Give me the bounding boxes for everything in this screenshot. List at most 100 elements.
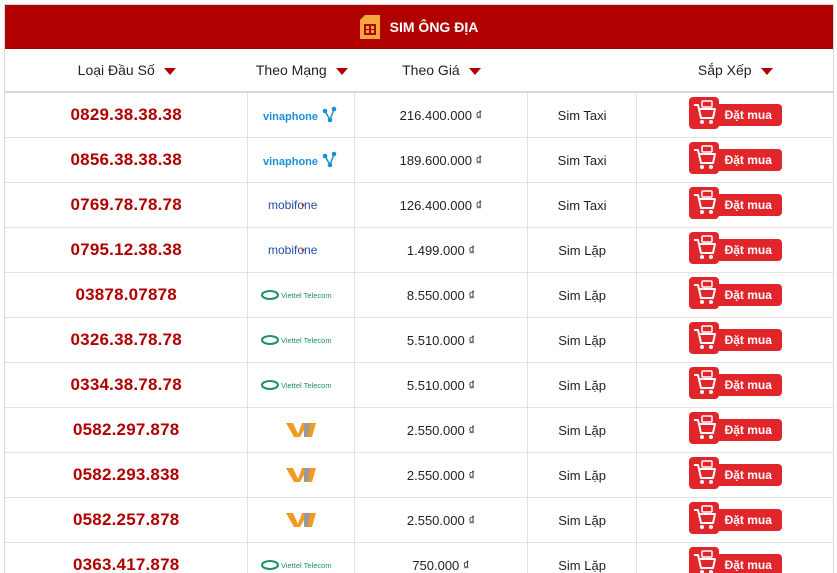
vietnamobile-logo-icon	[261, 506, 341, 534]
type-cell: Sim Lặp	[528, 543, 638, 573]
buy-button-label: Đặt mua	[710, 509, 782, 531]
mobifone-logo-icon: mobifone	[261, 191, 341, 219]
network-cell: Viettel Telecom	[248, 273, 356, 317]
price-cell: 2.550.000 ₫	[355, 408, 528, 452]
number-cell: 0795.12.38.38	[5, 228, 249, 272]
cart-icon	[688, 186, 719, 224]
buy-button[interactable]: Đặt mua	[688, 141, 782, 176]
buy-button[interactable]: Đặt mua	[688, 366, 782, 404]
action-cell: Đặt mua	[637, 228, 833, 272]
viettel-logo-text: Viettel Telecom	[281, 561, 332, 570]
sim-number-link[interactable]: 0856.38.38.38	[71, 150, 182, 170]
filter-prefix[interactable]: Loại Đầu Số	[5, 49, 248, 91]
price-cell: 750.000 ₫	[355, 543, 528, 573]
buy-button-label: Đặt mua	[710, 239, 782, 261]
type-cell: Sim Taxi	[528, 138, 638, 182]
filter-price[interactable]: Theo Giá	[355, 49, 528, 91]
network-cell: Viettel Telecom	[248, 318, 356, 362]
sim-type: Sim Lặp	[558, 512, 606, 528]
buy-button[interactable]: Đặt mua	[688, 501, 782, 539]
price-cell: 126.400.000 ₫	[355, 183, 528, 227]
sim-price: 2.550.000 ₫	[406, 467, 475, 483]
action-cell: Đặt mua	[637, 318, 833, 362]
sim-number-link[interactable]: 0829.38.38.38	[71, 105, 182, 125]
buy-button[interactable]: Đặt mua	[688, 321, 782, 356]
sim-number-link[interactable]: 0582.297.878	[73, 420, 179, 440]
panel-title: SIM ÔNG ĐỊA	[389, 19, 479, 35]
sim-price: 1.499.000 ₫	[406, 242, 475, 258]
filter-spacer	[528, 49, 638, 91]
mobifone-logo-text: mobifone	[268, 198, 318, 212]
cart-icon	[688, 501, 719, 539]
buy-button[interactable]: Đặt mua	[688, 546, 782, 573]
viettel-logo-icon: Viettel Telecom	[261, 551, 341, 573]
network-cell: vinaphone	[248, 93, 356, 137]
buy-button-label: Đặt mua	[710, 374, 782, 396]
sim-card-icon	[359, 15, 380, 39]
buy-button[interactable]: Đặt mua	[688, 276, 782, 314]
network-cell: Viettel Telecom	[248, 543, 356, 573]
sim-number-link[interactable]: 0326.38.78.78	[71, 330, 182, 350]
price-cell: 2.550.000 ₫	[355, 498, 528, 542]
sim-type: Sim Taxi	[557, 152, 607, 168]
caret-down-icon	[468, 67, 481, 75]
cart-icon	[688, 456, 719, 494]
action-cell: Đặt mua	[637, 93, 833, 137]
sim-number-link[interactable]: 0582.257.878	[73, 510, 179, 530]
filter-sort[interactable]: Sắp Xếp	[637, 49, 833, 91]
sim-price: 189.600.000 ₫	[399, 152, 483, 168]
sim-number-link[interactable]: 0363.417.878	[73, 555, 179, 573]
price-cell: 8.550.000 ₫	[355, 273, 528, 317]
sim-row: 0582.257.878 2.550.000 ₫ Sim Lặp Đặt mua	[5, 498, 833, 543]
cart-icon	[688, 276, 719, 314]
buy-button[interactable]: Đặt mua	[688, 411, 782, 446]
buy-button[interactable]: Đặt mua	[688, 96, 782, 131]
sim-price: 8.550.000 ₫	[406, 287, 475, 303]
buy-button[interactable]: Đặt mua	[688, 186, 782, 224]
viettel-logo-icon: Viettel Telecom	[261, 326, 341, 354]
number-cell: 0582.257.878	[5, 498, 249, 542]
sim-number-link[interactable]: 0334.38.78.78	[71, 375, 182, 395]
cart-icon	[688, 366, 719, 404]
sim-number-link[interactable]: 0795.12.38.38	[71, 240, 182, 260]
price-cell: 2.550.000 ₫	[355, 453, 528, 497]
network-cell: Viettel Telecom	[248, 363, 356, 407]
sim-price: 5.510.000 ₫	[406, 377, 475, 393]
vinaphone-logo-icon: vinaphone	[261, 146, 341, 174]
action-cell: Đặt mua	[637, 273, 833, 317]
number-cell: 0334.38.78.78	[5, 363, 249, 407]
sim-type: Sim Lặp	[558, 422, 606, 438]
buy-button-label: Đặt mua	[710, 149, 782, 171]
buy-button-label: Đặt mua	[710, 284, 782, 306]
type-cell: Sim Lặp	[528, 498, 638, 542]
buy-button-label: Đặt mua	[710, 554, 782, 573]
buy-button[interactable]: Đặt mua	[688, 231, 782, 266]
sim-number-link[interactable]: 03878.07878	[75, 285, 176, 305]
action-cell: Đặt mua	[637, 363, 833, 407]
number-cell: 0769.78.78.78	[5, 183, 249, 227]
sim-number-link[interactable]: 0769.78.78.78	[71, 195, 182, 215]
type-cell: Sim Lặp	[528, 408, 638, 452]
sim-row: 0326.38.78.78 Viettel Telecom 5.510.000 ₫ S…	[5, 318, 833, 363]
sim-price: 2.550.000 ₫	[406, 422, 475, 438]
network-cell: mobifone	[248, 228, 356, 272]
filter-network[interactable]: Theo Mạng	[248, 49, 355, 91]
buy-button-label: Đặt mua	[710, 464, 782, 486]
vinaphone-logo-icon: vinaphone	[261, 101, 341, 129]
price-cell: 5.510.000 ₫	[355, 363, 528, 407]
viettel-logo-icon: Viettel Telecom	[261, 281, 341, 309]
panel-header: SIM ÔNG ĐỊA	[5, 5, 833, 49]
viettel-logo-text: Viettel Telecom	[281, 381, 332, 390]
vietnamobile-logo-icon	[261, 461, 341, 489]
action-cell: Đặt mua	[637, 543, 833, 573]
sim-number-link[interactable]: 0582.293.838	[73, 465, 179, 485]
caret-down-icon	[335, 67, 348, 75]
buy-button-label: Đặt mua	[710, 419, 782, 441]
buy-button-label: Đặt mua	[710, 194, 782, 216]
type-cell: Sim Lặp	[528, 318, 638, 362]
buy-button[interactable]: Đặt mua	[688, 456, 782, 494]
vinaphone-logo-text: vinaphone	[263, 111, 318, 123]
viettel-logo-text: Viettel Telecom	[281, 336, 332, 345]
action-cell: Đặt mua	[637, 408, 833, 452]
number-cell: 0582.293.838	[5, 453, 249, 497]
